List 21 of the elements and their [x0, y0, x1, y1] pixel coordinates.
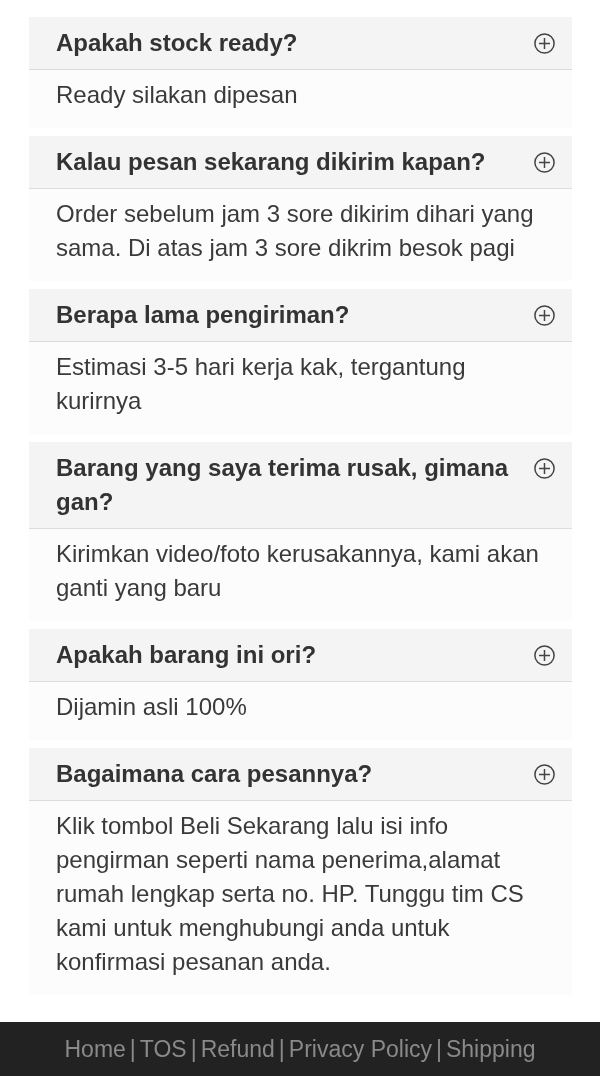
plus-circle-icon [534, 152, 555, 173]
plus-circle-icon [534, 645, 555, 666]
footer-separator: | [277, 1034, 286, 1064]
plus-circle-icon [534, 764, 555, 785]
footer-separator: | [189, 1034, 198, 1064]
footer-link[interactable]: Home [64, 1031, 126, 1067]
faq-question[interactable]: Berapa lama pengiriman? [29, 289, 572, 342]
plus-circle-icon [534, 458, 555, 479]
faq-question[interactable]: Kalau pesan sekarang dikirim kapan? [29, 136, 572, 189]
plus-circle-icon [534, 305, 555, 326]
plus-circle-icon [534, 33, 555, 54]
footer-link[interactable]: Refund [200, 1031, 275, 1067]
footer-link[interactable]: Shipping [446, 1031, 536, 1067]
footer-separator: | [435, 1034, 443, 1064]
faq-question[interactable]: Apakah stock ready? [29, 17, 572, 70]
footer-separator: | [128, 1034, 137, 1064]
footer-link[interactable]: TOS [139, 1031, 187, 1067]
faq-question[interactable]: Bagaimana cara pesannya? [29, 748, 572, 801]
faq-question[interactable]: Apakah barang ini ori? [29, 629, 572, 682]
faq-question[interactable]: Barang yang saya terima rusak, gimana gan? [29, 442, 572, 529]
footer-link[interactable]: Privacy Policy [288, 1031, 432, 1067]
